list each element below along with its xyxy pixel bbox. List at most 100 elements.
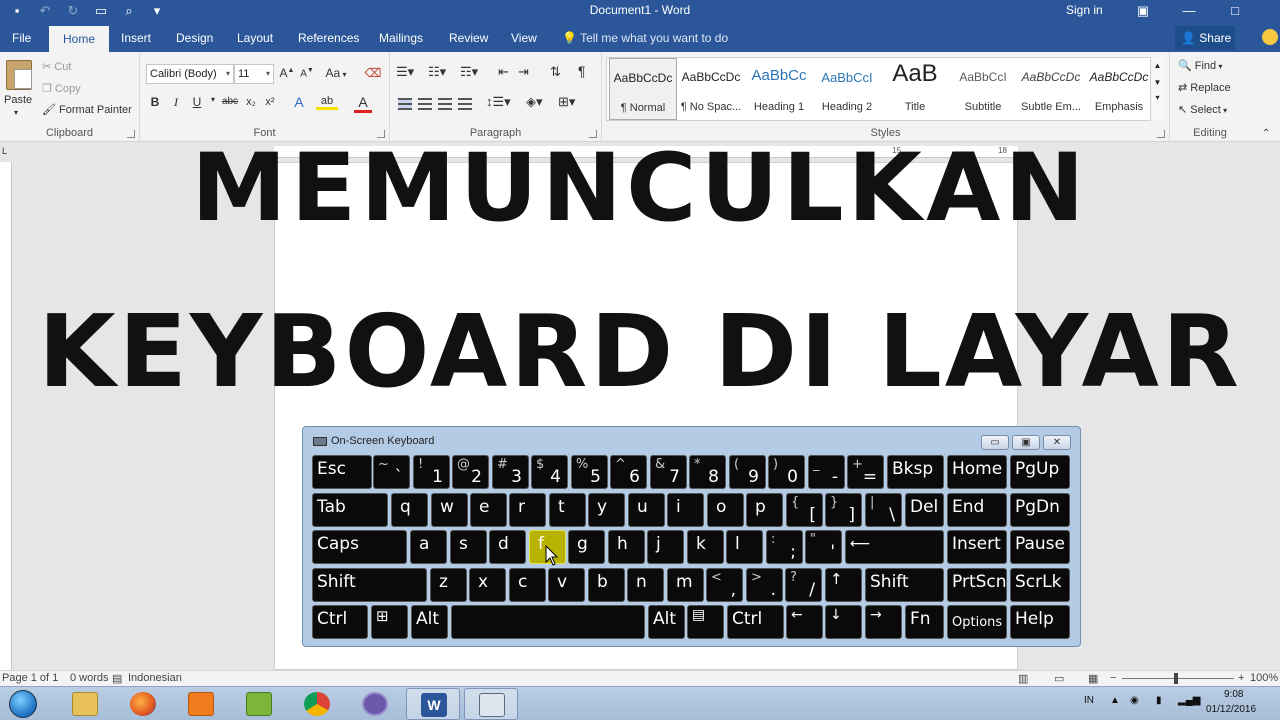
tab-mailings[interactable]: Mailings: [379, 24, 423, 52]
key-k[interactable]: k: [687, 530, 724, 564]
key-left[interactable]: ←: [786, 605, 823, 639]
key-l[interactable]: l: [726, 530, 763, 564]
style-heading-1[interactable]: AaBbCc Heading 1: [745, 58, 813, 120]
key-6[interactable]: ^ 6: [610, 455, 647, 489]
key-ctrl-left[interactable]: Ctrl: [312, 605, 368, 639]
sort-icon[interactable]: ⇅: [550, 64, 561, 80]
key-d[interactable]: d: [489, 530, 526, 564]
replace-button[interactable]: ⇄ Replace: [1178, 81, 1231, 94]
key-i[interactable]: i: [667, 493, 704, 527]
taskbar-app[interactable]: [232, 688, 286, 720]
style-heading-2[interactable]: AaBbCcI Heading 2: [813, 58, 881, 120]
justify-icon[interactable]: [458, 98, 472, 110]
strikethrough-button[interactable]: abc: [219, 96, 241, 107]
key-scrlk[interactable]: ScrLk: [1010, 568, 1070, 602]
key-0[interactable]: ) 0: [768, 455, 805, 489]
zoom-slider-thumb[interactable]: [1174, 673, 1178, 684]
key-shift-left[interactable]: Shift: [312, 568, 427, 602]
key-minus[interactable]: _ -: [808, 455, 845, 489]
find-button[interactable]: 🔍 Find ▾: [1178, 59, 1222, 72]
key-esc[interactable]: Esc: [312, 455, 372, 489]
sign-in-link[interactable]: Sign in: [1066, 3, 1103, 17]
key-r[interactable]: r: [509, 493, 546, 527]
key-backslash[interactable]: | \: [865, 493, 902, 527]
italic-button[interactable]: I: [167, 95, 185, 110]
key-o[interactable]: o: [707, 493, 744, 527]
start-button[interactable]: [4, 687, 44, 720]
taskbar-explorer[interactable]: [58, 688, 112, 720]
style-subtle-emphasis[interactable]: AaBbCcDc Subtle Em...: [1017, 58, 1085, 120]
style-normal[interactable]: AaBbCcDc ¶ Normal: [609, 58, 677, 120]
taskbar-word[interactable]: W: [406, 688, 460, 720]
chevron-up-icon[interactable]: ▲: [1151, 61, 1164, 70]
key-y[interactable]: y: [588, 493, 625, 527]
key-backspace[interactable]: Bksp: [887, 455, 944, 489]
key-x[interactable]: x: [469, 568, 506, 602]
key-insert[interactable]: Insert: [947, 530, 1007, 564]
key-windows[interactable]: ⊞: [371, 605, 408, 639]
increase-indent-icon[interactable]: ⇥: [518, 64, 529, 80]
key-a[interactable]: a: [410, 530, 447, 564]
key-rbracket[interactable]: }]: [825, 493, 862, 527]
key-pause[interactable]: Pause: [1010, 530, 1070, 564]
key-m[interactable]: m: [667, 568, 704, 602]
style-subtitle[interactable]: AaBbCcI Subtitle: [949, 58, 1017, 120]
key-1[interactable]: ! 1: [413, 455, 450, 489]
web-layout-icon[interactable]: ▦: [1088, 672, 1098, 685]
chevron-down-icon[interactable]: ▼: [1151, 78, 1164, 87]
key-n[interactable]: n: [627, 568, 664, 602]
key-help[interactable]: Help: [1010, 605, 1070, 639]
zoom-slider[interactable]: [1122, 678, 1234, 679]
key-w[interactable]: w: [431, 493, 468, 527]
tab-home[interactable]: Home: [49, 26, 110, 52]
multilevel-list-icon[interactable]: ☶▾: [460, 64, 478, 80]
feedback-smiley-icon[interactable]: [1262, 29, 1278, 45]
key-e[interactable]: e: [470, 493, 507, 527]
key-pgdn[interactable]: PgDn: [1010, 493, 1070, 527]
font-color-button[interactable]: A: [354, 94, 372, 113]
key-3[interactable]: #3: [492, 455, 529, 489]
tab-design[interactable]: Design: [176, 24, 213, 52]
paste-button[interactable]: Paste: [4, 94, 32, 106]
taskbar-chrome[interactable]: [290, 688, 344, 720]
key-tilde[interactable]: ~ `: [373, 455, 410, 489]
shrink-font-button[interactable]: A▼: [298, 67, 316, 79]
key-shift-right[interactable]: Shift: [865, 568, 944, 602]
borders-icon[interactable]: ⊞▾: [558, 94, 575, 110]
tab-layout[interactable]: Layout: [237, 24, 273, 52]
key-g[interactable]: g: [568, 530, 605, 564]
style-emphasis[interactable]: AaBbCcDc Emphasis: [1085, 58, 1153, 120]
taskbar-osk[interactable]: [464, 688, 518, 720]
clear-formatting-icon[interactable]: ⌫: [364, 66, 382, 80]
cut-button[interactable]: ✂ Cut: [42, 60, 71, 73]
network-icon[interactable]: ▂▄▆: [1178, 695, 1200, 706]
copy-button[interactable]: ❐ Copy: [42, 82, 81, 95]
key-h[interactable]: h: [608, 530, 645, 564]
clock-date[interactable]: 01/12/2016: [1206, 704, 1256, 715]
tab-review[interactable]: Review: [449, 24, 488, 52]
key-menu[interactable]: ▤: [687, 605, 724, 639]
shading-icon[interactable]: ◈▾: [526, 94, 543, 110]
ribbon-display-icon[interactable]: ▣: [1120, 0, 1166, 24]
text-effects-button[interactable]: A: [290, 94, 308, 110]
key-space[interactable]: [451, 605, 645, 639]
format-painter-button[interactable]: 🖌 Format Painter: [42, 103, 132, 116]
change-case-button[interactable]: Aa ▾: [324, 66, 348, 80]
line-spacing-icon[interactable]: ↕☰▾: [486, 94, 511, 110]
bullets-icon[interactable]: ☰▾: [396, 64, 414, 80]
key-9[interactable]: (9: [729, 455, 766, 489]
tell-me-box[interactable]: 💡 Tell me what you want to do: [562, 24, 728, 52]
key-u[interactable]: u: [628, 493, 665, 527]
key-z[interactable]: z: [430, 568, 467, 602]
minimize-icon[interactable]: —: [1166, 0, 1212, 24]
key-enter[interactable]: ⟵: [845, 530, 944, 564]
page-count[interactable]: Page 1 of 1: [2, 672, 58, 684]
key-alt-right[interactable]: Alt: [648, 605, 685, 639]
highlight-button[interactable]: ab: [316, 95, 338, 110]
proofing-icon[interactable]: ▤: [112, 672, 122, 685]
key-t[interactable]: t: [549, 493, 586, 527]
taskbar-firefox[interactable]: [116, 688, 170, 720]
key-c[interactable]: c: [509, 568, 546, 602]
key-pgup[interactable]: PgUp: [1010, 455, 1070, 489]
key-semicolon[interactable]: :;: [766, 530, 803, 564]
